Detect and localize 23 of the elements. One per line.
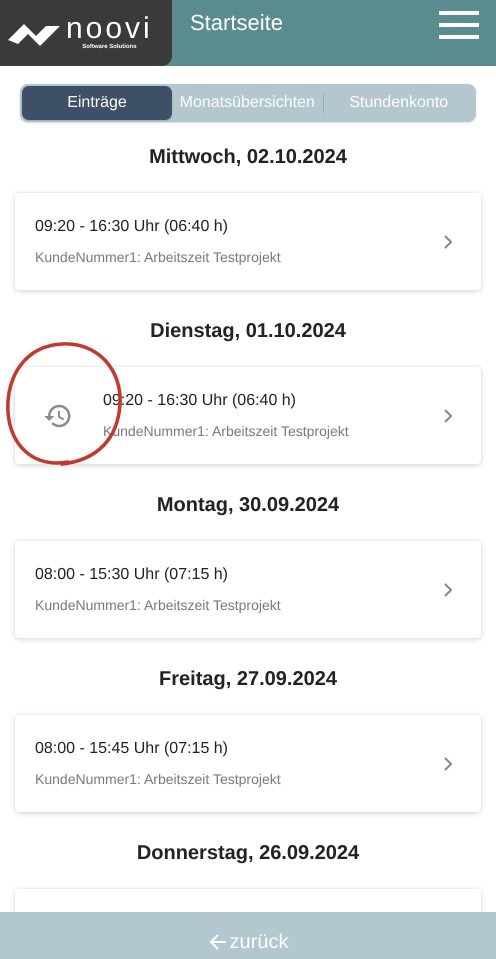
project-label: KundeNummer1: Arbeitszeit Testprojekt <box>35 596 282 615</box>
chevron-right-icon <box>443 756 453 772</box>
chevron-right-icon <box>443 234 453 250</box>
date-heading: Freitag, 27.09.2024 <box>159 667 337 692</box>
time-range: 09:20 - 16:30 Uhr (06:40 h) <box>35 217 230 237</box>
time-range: 08:00 - 15:30 Uhr (07:15 h) <box>35 565 230 585</box>
date-heading: Donnerstag, 26.09.2024 <box>136 841 360 866</box>
project-label: KundeNummer1: Arbeitszeit Testprojekt <box>35 770 282 789</box>
time-range: 08:00 - 15:45 Uhr (07:15 h) <box>35 739 230 759</box>
logo-wordmark: noovi <box>66 15 153 43</box>
tab[interactable]: Einträge <box>22 86 172 120</box>
entry-card[interactable]: 08:00 - 15:45 Uhr (07:15 h) KundeNummer1: Arbeitszeit Testprojekt <box>15 715 481 812</box>
date-heading: Dienstag, 01.10.2024 <box>150 319 346 344</box>
chevron-right-icon <box>443 582 453 598</box>
menu-button[interactable] <box>439 11 479 39</box>
entry-card[interactable]: 08:00 - 15:30 Uhr (07:15 h) KundeNummer1: Arbeitszeit Testprojekt <box>15 541 481 638</box>
date-heading: Montag, 30.09.2024 <box>156 493 340 518</box>
page-title: Startseite <box>190 9 283 37</box>
chevron-right-icon <box>443 408 453 424</box>
arrow-left-icon <box>208 933 228 951</box>
date-heading: Mittwoch, 02.10.2024 <box>149 145 347 170</box>
project-label: KundeNummer1: Arbeitszeit Testprojekt <box>35 248 282 267</box>
entry-card[interactable]: 09:20 - 16:30 Uhr (06:40 h) KundeNummer1: Arbeitszeit Testprojekt <box>15 193 481 290</box>
